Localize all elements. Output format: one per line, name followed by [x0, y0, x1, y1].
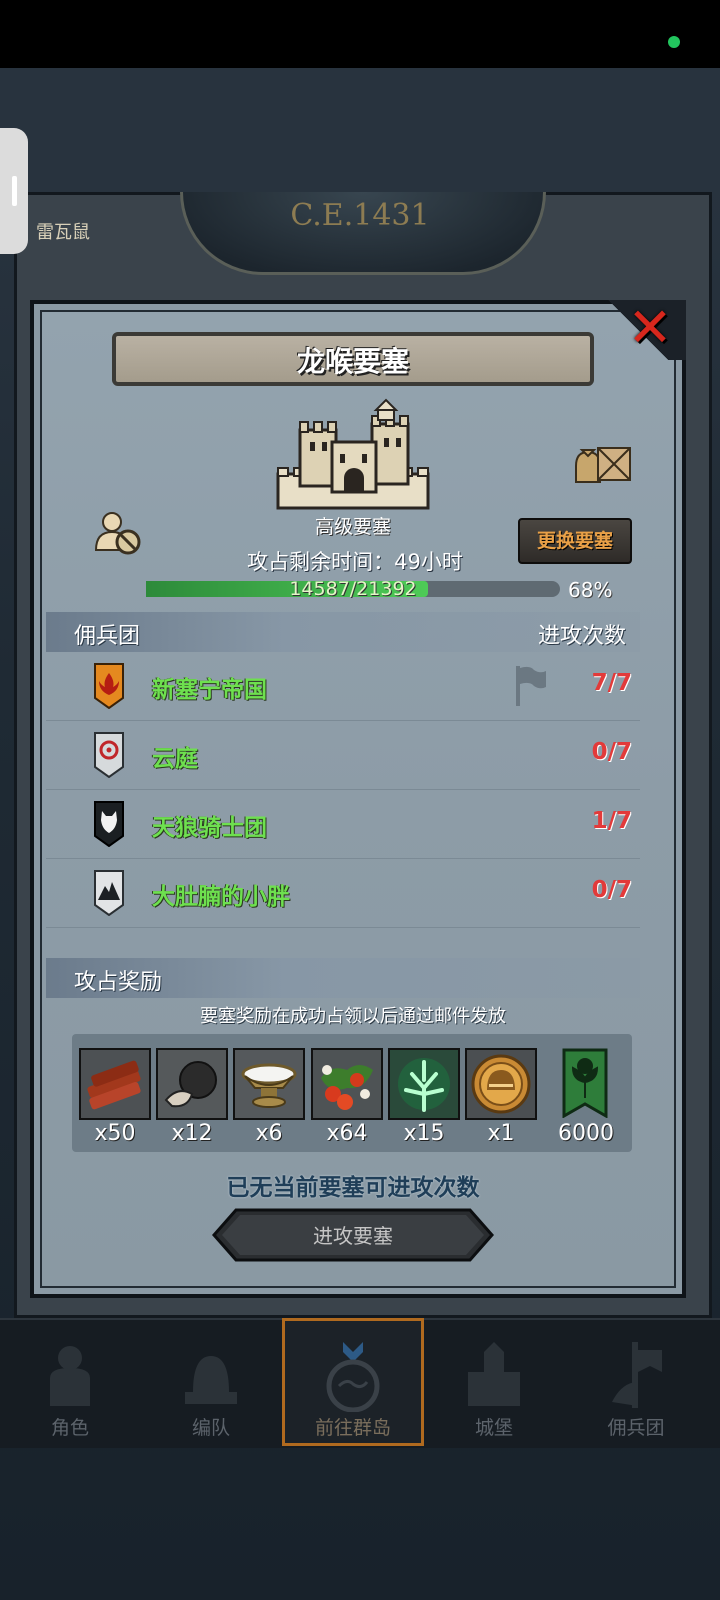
- status-bar: [0, 0, 720, 68]
- nav-label: 佣兵团: [607, 1417, 665, 1439]
- capture-time-remaining: 攻占剩余时间：49小时: [190, 546, 520, 576]
- reward-item[interactable]: [465, 1048, 537, 1120]
- dialog-title: 龙喉要塞: [296, 345, 409, 378]
- green-spirit-tree-icon: [398, 1058, 450, 1112]
- nav-formation[interactable]: 编队: [141, 1318, 281, 1446]
- game-top-area: [0, 68, 720, 192]
- guild-attack-count: 7/7: [591, 670, 632, 696]
- nav-castle[interactable]: 城堡: [424, 1318, 564, 1446]
- truffle-icon: [164, 1061, 217, 1108]
- reward-qty: x64: [326, 1121, 368, 1146]
- guild-name: 大肚腩的小胖: [152, 884, 290, 910]
- nav-label: 城堡: [474, 1417, 513, 1439]
- reward-qty: x15: [403, 1121, 445, 1146]
- guild-attack-count: 0/7: [591, 877, 632, 903]
- change-fortress-button[interactable]: 更换要塞: [518, 518, 632, 564]
- berries-icon: [321, 1065, 373, 1110]
- guild-row[interactable]: 云庭 0/7: [46, 721, 640, 790]
- tree-banner-icon[interactable]: [562, 1048, 608, 1118]
- time-unit: 小时: [420, 550, 463, 574]
- reward-qty: x12: [171, 1121, 213, 1146]
- guild-row[interactable]: 新塞宁帝国 7/7: [46, 652, 640, 721]
- reward-note: 要塞奖励在成功占领以后通过邮件发放: [200, 1006, 506, 1027]
- mercenary-section-label: 佣兵团: [74, 624, 141, 649]
- nav-archipelago[interactable]: 前往群岛: [283, 1318, 423, 1446]
- wolf-shield-icon: [94, 801, 124, 847]
- supply-crate-icon[interactable]: [572, 436, 634, 486]
- guild-row[interactable]: 天狼骑士团 1/7: [46, 790, 640, 859]
- reward-item[interactable]: [311, 1048, 383, 1120]
- nav-label: 角色: [50, 1417, 89, 1439]
- reward-item[interactable]: [388, 1048, 460, 1120]
- occupying-flag-icon: [516, 666, 546, 706]
- era-text: C.E.1431: [290, 198, 430, 233]
- side-handle-grip: [12, 176, 17, 206]
- capture-progress-percent: 68%: [568, 578, 613, 602]
- guild-row[interactable]: 大肚腩的小胖 0/7: [46, 859, 640, 928]
- attack-fortress-label: 进攻要塞: [313, 1224, 393, 1248]
- attack-count-label: 进攻次数: [538, 624, 627, 649]
- reward-item[interactable]: [156, 1048, 228, 1120]
- red-ring-shield-icon: [94, 732, 124, 778]
- location-label: 雷瓦鼠: [36, 222, 90, 243]
- guild-name: 新塞宁帝国: [152, 677, 267, 703]
- guild-name: 天狼骑士团: [152, 815, 267, 841]
- reward-qty: 6000: [558, 1121, 614, 1146]
- guild-attack-count: 0/7: [591, 739, 632, 765]
- knight-helmet-icon: [185, 1356, 237, 1404]
- reward-qty: x50: [94, 1121, 136, 1146]
- guild-attack-count: 1/7: [591, 808, 632, 834]
- reward-item[interactable]: [233, 1048, 305, 1120]
- nav-label: 前往群岛: [314, 1417, 391, 1439]
- rewards-section-label: 攻占奖励: [74, 970, 163, 995]
- fortress-type: 高级要塞: [314, 516, 391, 538]
- close-button[interactable]: ✕: [622, 300, 678, 356]
- nav-character[interactable]: 角色: [0, 1318, 140, 1446]
- castle-icon: [468, 1342, 520, 1406]
- guild-name: 云庭: [152, 746, 198, 772]
- nav-label: 编队: [191, 1417, 230, 1439]
- mercenary-banner-icon: [612, 1342, 662, 1408]
- time-value: 49: [394, 550, 421, 574]
- time-label-text: 攻占剩余时间：: [247, 550, 395, 574]
- mountain-shield-icon: [94, 870, 124, 916]
- no-mercenary-person-icon: [94, 512, 141, 555]
- capture-progress-text: 14587/21392: [289, 578, 417, 600]
- status-indicator-dot: [668, 36, 680, 48]
- compass-map-icon: [326, 1342, 380, 1412]
- golden-helmet-coin-icon: [471, 1054, 531, 1114]
- wood-logs-icon: [87, 1060, 141, 1110]
- knight-armor-icon: [50, 1346, 90, 1406]
- no-attack-remaining-text: 已无当前要塞可进攻次数: [226, 1175, 480, 1201]
- orange-flame-shield-icon: [94, 663, 124, 709]
- fortress-castle-icon: [276, 398, 430, 510]
- reward-item[interactable]: [79, 1048, 151, 1120]
- salt-bowl-icon: [241, 1063, 297, 1108]
- reward-qty: x6: [255, 1121, 283, 1146]
- reward-qty: x1: [487, 1121, 515, 1146]
- nav-mercenary[interactable]: 佣兵团: [566, 1318, 706, 1446]
